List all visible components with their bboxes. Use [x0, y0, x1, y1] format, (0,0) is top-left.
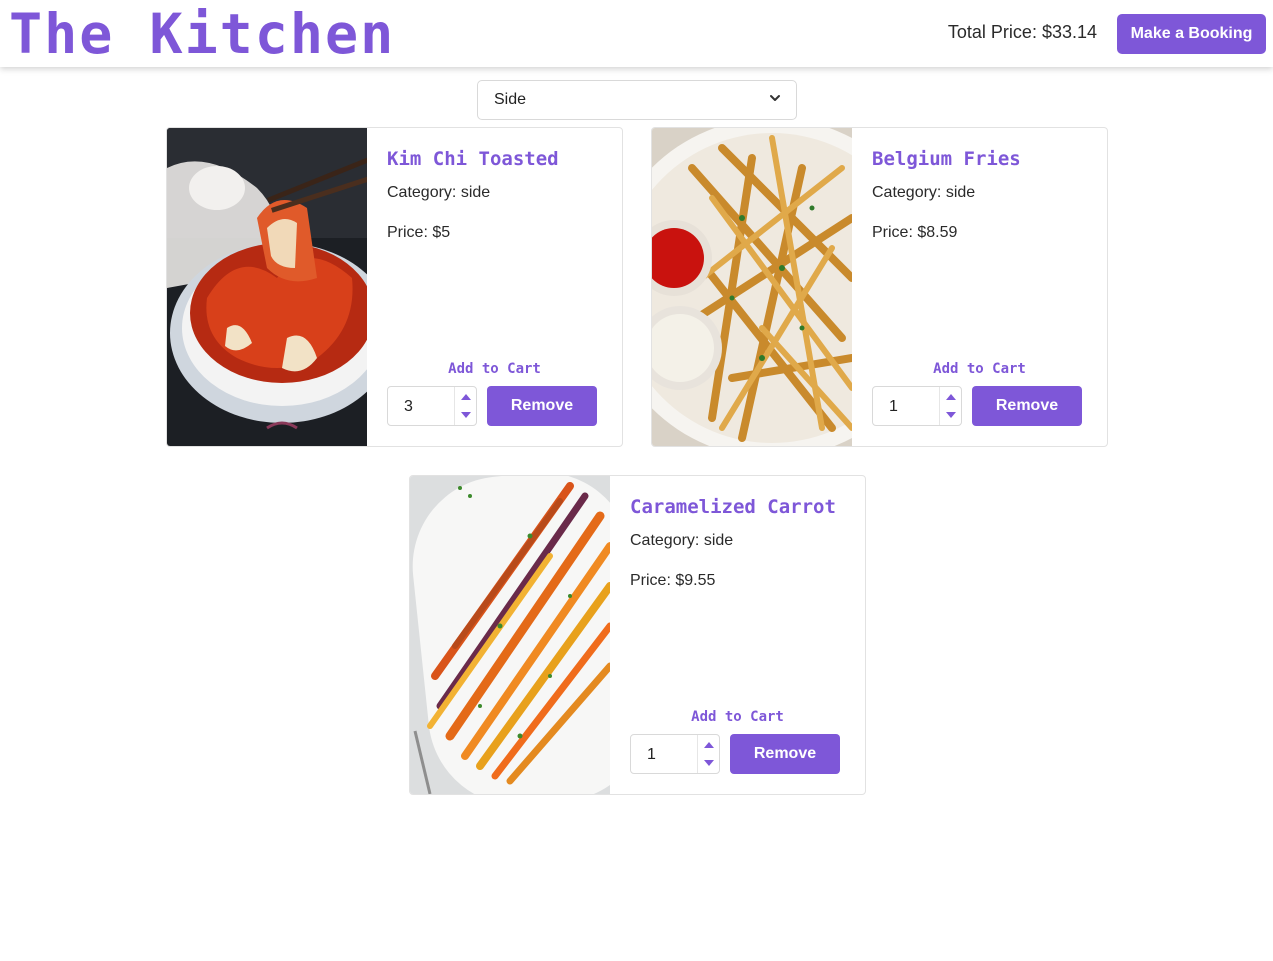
kimchi-bowl-image [167, 128, 367, 446]
item-category: Category: side [872, 184, 976, 201]
fries-plate-image [652, 128, 852, 446]
remove-button[interactable]: Remove [487, 386, 597, 426]
quantity-value: 1 [889, 398, 898, 415]
item-price: Price: $5 [387, 224, 451, 241]
quantity-value: 1 [647, 746, 656, 763]
quantity-stepper[interactable]: 1 [630, 734, 720, 774]
menu-item-card: Belgium Fries Category: side Price: $8.5… [651, 127, 1108, 447]
item-category: Category: side [387, 184, 491, 201]
item-title: Kim Chi Toasted [387, 148, 559, 170]
quantity-value: 3 [404, 398, 413, 415]
decrement-arrow-icon[interactable] [698, 754, 720, 773]
category-select[interactable]: Side [477, 80, 797, 120]
increment-arrow-icon[interactable] [698, 735, 720, 754]
add-to-cart-label: Add to Cart [691, 709, 784, 725]
increment-arrow-icon[interactable] [940, 387, 962, 406]
item-title: Belgium Fries [872, 148, 1021, 170]
chevron-down-icon [770, 95, 780, 101]
remove-button[interactable]: Remove [730, 734, 840, 774]
carrots-platter-image [410, 476, 610, 794]
decrement-arrow-icon[interactable] [455, 406, 477, 425]
remove-button[interactable]: Remove [972, 386, 1082, 426]
decrement-arrow-icon[interactable] [940, 406, 962, 425]
item-title: Caramelized Carrot [630, 496, 836, 518]
item-price: Price: $9.55 [630, 572, 716, 589]
quantity-stepper[interactable]: 1 [872, 386, 962, 426]
increment-arrow-icon[interactable] [455, 387, 477, 406]
add-to-cart-label: Add to Cart [448, 361, 541, 377]
item-category: Category: side [630, 532, 734, 549]
total-price: Total Price: $33.14 [947, 22, 1097, 42]
menu-item-card: Kim Chi Toasted Category: side Price: $5… [166, 127, 623, 447]
menu-item-card: Caramelized Carrot Category: side Price:… [409, 475, 866, 795]
top-navbar: The Kitchen Total Price: $33.14 Make a B… [0, 0, 1273, 67]
quantity-stepper[interactable]: 3 [387, 386, 477, 426]
category-select-value: Side [494, 91, 527, 108]
item-price: Price: $8.59 [872, 224, 958, 241]
make-booking-button[interactable]: Make a Booking [1117, 14, 1266, 54]
add-to-cart-label: Add to Cart [933, 361, 1026, 377]
brand-title[interactable]: The Kitchen [9, 4, 395, 64]
